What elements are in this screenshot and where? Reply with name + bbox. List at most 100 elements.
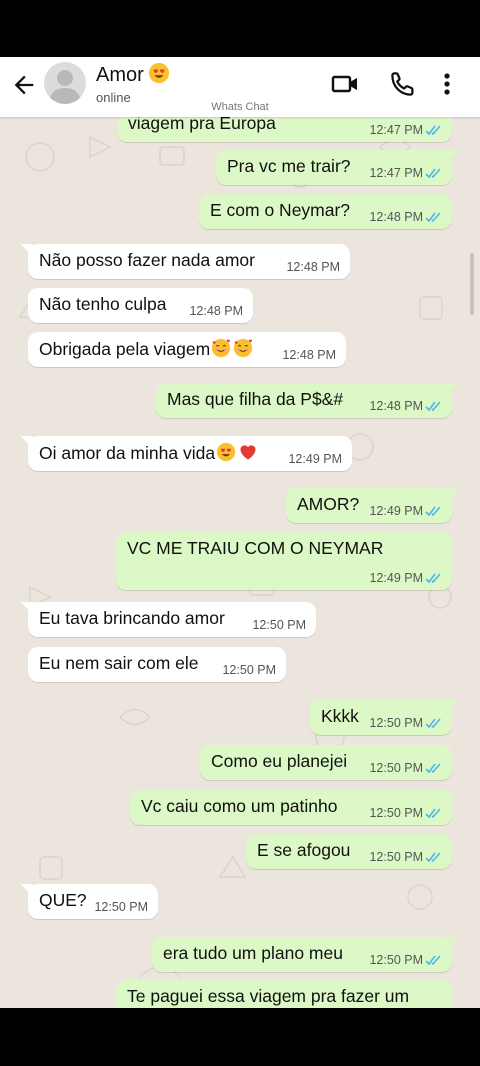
- message-time: 12:48 PM: [369, 210, 423, 224]
- incoming-message[interactable]: Eu tava brincando amor 12:50 PM: [21, 602, 316, 637]
- bubble-tail: [447, 700, 459, 710]
- message-text-content: Pra vc me trair?: [227, 156, 351, 176]
- message-text-content: VC ME TRAIU COM O NEYMAR: [127, 538, 384, 558]
- message-text: Pra vc me trair?: [227, 156, 351, 177]
- outgoing-message[interactable]: AMOR? 12:49 PM: [286, 488, 459, 523]
- heart-eyes-emoji-icon: [148, 62, 169, 84]
- message-time: 12:47 PM: [369, 123, 423, 137]
- outgoing-message[interactable]: viagem pra Europa 12:47 PM: [117, 117, 452, 142]
- double-check-read-icon: [425, 718, 441, 729]
- phone-icon[interactable]: [388, 69, 418, 99]
- message-text-content: Mas que filha da P$&#: [167, 389, 344, 409]
- message-text: Kkkk: [321, 706, 359, 727]
- message-time: 12:49 PM: [369, 571, 423, 585]
- incoming-message[interactable]: QUE? 12:50 PM: [21, 884, 158, 919]
- bottom-bar: [0, 1008, 480, 1066]
- message-text-content: Obrigada pela viagem: [39, 339, 211, 359]
- bubble-tail: [447, 488, 459, 498]
- arrow-left-icon[interactable]: [10, 71, 38, 99]
- bubble-tail: [447, 383, 459, 393]
- message-text: Eu nem sair com ele: [39, 653, 199, 674]
- double-check-read-icon: [425, 125, 441, 136]
- message-time: 12:50 PM: [252, 618, 306, 632]
- message-text: Como eu planejei: [211, 751, 347, 772]
- contact-name[interactable]: Amor: [96, 62, 170, 87]
- message-time: 12:49 PM: [369, 504, 423, 518]
- double-check-read-icon: [425, 573, 441, 584]
- message-text-content: Vc caiu como um patinho: [141, 796, 338, 816]
- bubble-tail: [21, 244, 33, 254]
- message-text: Eu tava brincando amor: [39, 608, 225, 629]
- double-check-read-icon: [425, 763, 441, 774]
- message-text-content: viagem pra Europa: [128, 117, 276, 133]
- message-text: Mas que filha da P$&#: [167, 389, 343, 410]
- more-vertical-icon[interactable]: [432, 69, 462, 99]
- message-time: 12:50 PM: [369, 716, 423, 730]
- double-check-read-icon: [425, 808, 441, 819]
- bubble-tail: [21, 602, 33, 612]
- scrollbar[interactable]: [470, 253, 474, 315]
- incoming-message[interactable]: Não tenho culpa 12:48 PM: [28, 288, 253, 323]
- message-time: 12:50 PM: [369, 953, 423, 967]
- bubble-tail: [21, 884, 33, 894]
- message-text-content: Não posso fazer nada amor: [39, 250, 255, 270]
- message-text-content: Como eu planejei: [211, 751, 348, 771]
- default-avatar-icon: [49, 70, 81, 104]
- message-text-content: Não tenho culpa: [39, 294, 167, 314]
- message-time: 12:50 PM: [369, 850, 423, 864]
- message-text-content: Kkkk: [321, 706, 359, 726]
- double-check-read-icon: [425, 852, 441, 863]
- message-text-content: E com o Neymar?: [210, 200, 351, 220]
- message-text: AMOR?: [297, 494, 359, 515]
- message-time: 12:49 PM: [288, 452, 342, 466]
- message-text: Obrigada pela viagem: [39, 338, 254, 360]
- message-text: Te paguei essa viagem pra fazer um: [127, 986, 409, 1007]
- video-camera-icon[interactable]: [330, 69, 360, 99]
- message-text: viagem pra Europa: [128, 117, 276, 134]
- outgoing-message[interactable]: Vc caiu como um patinho 12:50 PM: [130, 790, 452, 825]
- message-text: Vc caiu como um patinho: [141, 796, 338, 817]
- outgoing-message[interactable]: Mas que filha da P$&# 12:48 PM: [156, 383, 459, 418]
- message-text: VC ME TRAIU COM O NEYMAR: [127, 538, 383, 559]
- watermark-text: Whats Chat: [211, 101, 269, 113]
- outgoing-message[interactable]: Kkkk 12:50 PM: [310, 700, 459, 735]
- incoming-message[interactable]: Oi amor da minha vida 12:49 PM: [21, 436, 352, 471]
- double-check-read-icon: [425, 168, 441, 179]
- message-text-content: Te paguei essa viagem pra fazer um: [127, 986, 410, 1006]
- double-check-read-icon: [425, 955, 441, 966]
- message-time: 12:50 PM: [94, 900, 148, 914]
- message-text-content: AMOR?: [297, 494, 360, 514]
- message-time: 12:48 PM: [282, 348, 336, 362]
- outgoing-message[interactable]: E se afogou 12:50 PM: [246, 834, 452, 869]
- red-heart-emoji-icon: [240, 445, 256, 460]
- outgoing-message[interactable]: E com o Neymar? 12:48 PM: [199, 194, 452, 229]
- message-text: E se afogou: [257, 840, 350, 861]
- status-bar: [0, 0, 480, 57]
- message-text-content: era tudo um plano meu: [163, 943, 343, 963]
- message-text: E com o Neymar?: [210, 200, 350, 221]
- message-text-content: Oi amor da minha vida: [39, 443, 216, 463]
- double-check-read-icon: [425, 212, 441, 223]
- outgoing-message[interactable]: era tudo um plano meu 12:50 PM: [152, 937, 459, 972]
- contact-name-text: Amor: [96, 64, 144, 86]
- avatar[interactable]: [44, 62, 86, 104]
- outgoing-message[interactable]: Pra vc me trair? 12:47 PM: [216, 150, 459, 185]
- message-text: Não posso fazer nada amor: [39, 250, 255, 271]
- incoming-message[interactable]: Obrigada pela viagem 12:48 PM: [28, 332, 346, 367]
- message-text: era tudo um plano meu: [163, 943, 343, 964]
- message-text: Oi amor da minha vida: [39, 442, 259, 464]
- outgoing-message[interactable]: VC ME TRAIU COM O NEYMAR 12:49 PM: [116, 532, 452, 590]
- message-text: Não tenho culpa: [39, 294, 166, 315]
- message-text: QUE?: [39, 890, 87, 911]
- message-time: 12:50 PM: [369, 761, 423, 775]
- message-time: 12:48 PM: [286, 260, 340, 274]
- bubble-tail: [447, 937, 459, 947]
- incoming-message[interactable]: Não posso fazer nada amor 12:48 PM: [21, 244, 350, 279]
- message-time: 12:48 PM: [369, 399, 423, 413]
- chat-area[interactable]: viagem pra Europa 12:47 PM Pra vc me trair…: [0, 117, 480, 1008]
- smiling-hearts-emoji-icon: [234, 338, 253, 358]
- outgoing-message[interactable]: Como eu planejei 12:50 PM: [200, 745, 452, 780]
- incoming-message[interactable]: Eu nem sair com ele 12:50 PM: [28, 647, 286, 682]
- message-text-content: Eu nem sair com ele: [39, 653, 199, 673]
- outgoing-message[interactable]: Te paguei essa viagem pra fazer um: [116, 980, 452, 1008]
